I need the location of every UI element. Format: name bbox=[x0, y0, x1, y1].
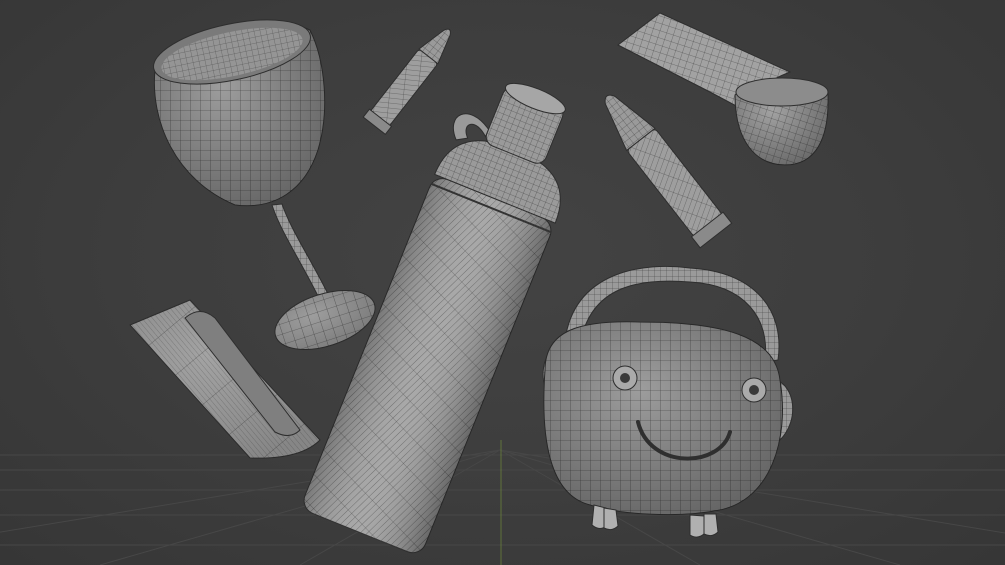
right-eye bbox=[741, 377, 767, 403]
bullet-small-mesh[interactable] bbox=[362, 21, 460, 136]
left-eye bbox=[612, 365, 638, 391]
radio-character-mesh[interactable] bbox=[542, 265, 794, 538]
3d-viewport[interactable] bbox=[0, 0, 1005, 565]
floor-grid bbox=[0, 449, 1005, 565]
bullet-large-mesh[interactable] bbox=[591, 84, 733, 249]
